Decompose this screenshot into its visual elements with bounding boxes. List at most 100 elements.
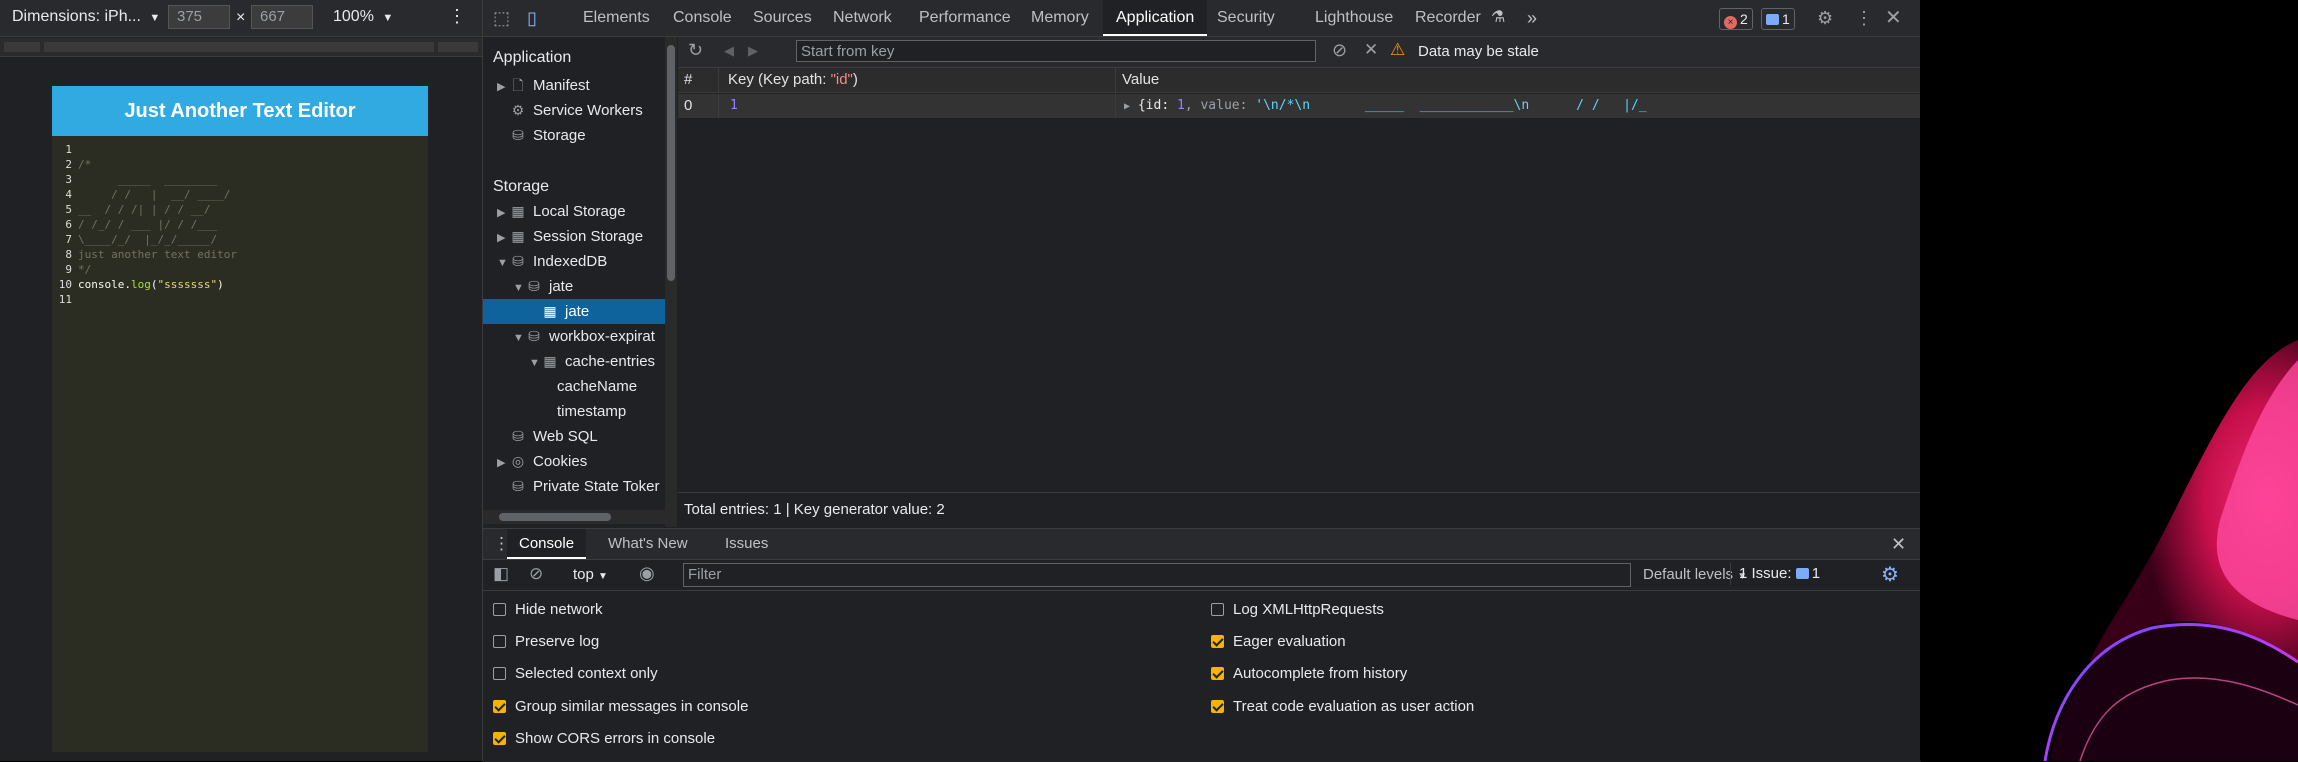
drawer-tab-console[interactable]: Console	[507, 529, 587, 559]
clear-console-icon[interactable]: ⊘	[529, 564, 543, 584]
start-from-key-input[interactable]: Start from key	[796, 40, 1316, 62]
code-line: 8 just another text editor	[65, 248, 237, 261]
caret-down-icon: ▼	[598, 571, 608, 582]
checkbox-checked	[1211, 700, 1224, 713]
sidebar-item-cache-entries[interactable]: ▼ ▦ cache-entries	[483, 349, 665, 374]
console-drawer: ⋮ Console What's New Issues ✕ ◧ ⊘ top ▼ …	[483, 528, 1921, 762]
height-input[interactable]: 667	[251, 5, 313, 29]
desktop-wallpaper	[1920, 0, 2298, 761]
inspect-element-icon[interactable]: ⬚	[493, 0, 510, 36]
delete-selected-icon[interactable]: ✕	[1364, 40, 1378, 60]
code-line: 10 console.log("sssssss")	[58, 278, 224, 291]
settings-gear-icon[interactable]: ⚙	[1817, 0, 1833, 36]
table-icon: ▦	[511, 228, 525, 244]
media-query-ruler[interactable]	[0, 38, 482, 57]
tab-lighthouse[interactable]: Lighthouse	[1315, 0, 1393, 36]
setting-autocomplete-history[interactable]: Autocomplete from history	[1211, 664, 1407, 684]
context-selector[interactable]: top ▼	[573, 566, 608, 583]
column-index[interactable]: #	[684, 68, 692, 92]
close-devtools-icon[interactable]: ✕	[1885, 0, 1902, 36]
sidebar-item-cookies[interactable]: ▶ ◎ Cookies	[483, 449, 665, 474]
idb-footer: Total entries: 1 | Key generator value: …	[678, 492, 1921, 527]
row-index: 0	[684, 97, 693, 114]
tab-elements[interactable]: Elements	[583, 0, 650, 36]
tab-recorder[interactable]: Recorder	[1415, 0, 1481, 36]
setting-preserve-log[interactable]: Preserve log	[493, 632, 599, 652]
setting-selected-context-only[interactable]: Selected context only	[493, 664, 658, 684]
sidebar-item-timestamp[interactable]: timestamp	[483, 399, 665, 424]
setting-eager-evaluation[interactable]: Eager evaluation	[1211, 632, 1346, 652]
sidebar-item-workbox[interactable]: ▼ ⛁ workbox-expirat	[483, 324, 665, 349]
database-icon: ⛁	[512, 127, 524, 143]
tab-application[interactable]: Application	[1103, 0, 1208, 36]
sidebar-item-indexeddb[interactable]: ▼ ⛁ IndexedDB	[483, 249, 665, 274]
table-row[interactable]: 0 1 ▶ {id: 1, value: '\n/*\n _____ _____…	[678, 94, 1921, 118]
message-icon	[1795, 568, 1809, 579]
tab-performance[interactable]: Performance	[919, 0, 1011, 36]
setting-hide-network[interactable]: Hide network	[493, 600, 603, 620]
sidebar-item-session-storage[interactable]: ▶ ▦ Session Storage	[483, 224, 665, 249]
setting-show-cors-errors[interactable]: Show CORS errors in console	[493, 729, 715, 749]
error-count-badge[interactable]: × 2	[1719, 8, 1753, 30]
tab-network[interactable]: Network	[833, 0, 892, 36]
drawer-tab-issues[interactable]: Issues	[725, 529, 768, 559]
column-value[interactable]: Value	[1122, 68, 1159, 92]
sidebar-item-private-state[interactable]: ⛁ Private State Toker	[483, 474, 665, 499]
sidebar-item-db-jate[interactable]: ▼ ⛁ jate	[483, 274, 665, 299]
sidebar-item-store-jate[interactable]: ▦ jate	[483, 299, 665, 324]
next-page-icon[interactable]: ▶	[748, 43, 758, 59]
code-editor[interactable]: 1 2/* 3 _____ ________ 4 / / | __/ ____/…	[52, 142, 428, 307]
sidebar-horizontal-scrollbar[interactable]	[483, 510, 665, 524]
tab-console[interactable]: Console	[673, 0, 732, 36]
column-key[interactable]: Key (Key path: "id")	[728, 68, 858, 92]
checkbox-checked	[1211, 635, 1224, 648]
drawer-tab-bar: ⋮ Console What's New Issues ✕	[483, 529, 1921, 560]
database-icon: ⛁	[528, 328, 540, 344]
zoom-dropdown[interactable]: 100% ▼	[333, 8, 393, 26]
sidebar-item-local-storage[interactable]: ▶ ▦ Local Storage	[483, 199, 665, 224]
issues-counter[interactable]: 1 Issue: 1	[1730, 563, 1820, 585]
sidebar-item-cachename[interactable]: cacheName	[483, 374, 665, 399]
sidebar-section-application: Application	[493, 49, 572, 66]
code-line: 4 / / | __/ ____/	[65, 188, 231, 201]
setting-log-xhr[interactable]: Log XMLHttpRequests	[1211, 600, 1384, 620]
sidebar-vertical-scrollbar[interactable]	[665, 37, 677, 527]
drawer-tab-whats-new[interactable]: What's New	[608, 529, 688, 559]
file-icon: 🗋	[512, 77, 524, 93]
sidebar-item-manifest[interactable]: ▶ 🗋 Manifest	[483, 73, 665, 98]
error-icon: ×	[1724, 16, 1737, 29]
live-expression-eye-icon[interactable]: ◉	[639, 563, 655, 584]
table-header: # Key (Key path: "id") Value	[678, 68, 1921, 93]
customize-menu-icon[interactable]: ⋮	[1855, 0, 1873, 36]
database-icon: ⛁	[512, 478, 524, 494]
console-filter-input[interactable]: Filter	[683, 563, 1631, 587]
previous-page-icon[interactable]: ◀	[724, 43, 734, 59]
sidebar-toggle-icon[interactable]: ◧	[493, 564, 509, 584]
sidebar-item-service-workers[interactable]: ⚙ Service Workers	[483, 98, 665, 123]
tab-security[interactable]: Security	[1217, 0, 1275, 36]
more-tabs-icon[interactable]: »	[1527, 0, 1537, 36]
setting-treat-eval-user-action[interactable]: Treat code evaluation as user action	[1211, 697, 1474, 717]
tab-memory[interactable]: Memory	[1031, 0, 1089, 36]
close-drawer-icon[interactable]: ✕	[1891, 529, 1906, 559]
refresh-icon[interactable]: ↻	[688, 40, 703, 61]
more-options-icon[interactable]: ⋮	[448, 6, 466, 27]
setting-group-similar[interactable]: Group similar messages in console	[493, 697, 748, 717]
devtools-panel: ⬚ ▯ Elements Console Sources Network Per…	[482, 0, 1921, 762]
clear-store-icon[interactable]: ⊘	[1332, 40, 1347, 61]
width-input[interactable]: 375	[168, 5, 230, 29]
row-value[interactable]: ▶ {id: 1, value: '\n/*\n _____ _________…	[1124, 94, 1647, 119]
times-sign: ×	[236, 9, 246, 26]
sidebar-item-storage[interactable]: ⛁ Storage	[483, 123, 665, 148]
code-line: 3 _____ ________	[65, 173, 218, 186]
indexeddb-store-view: ↻ ◀ ▶ Start from key ⊘ ✕ ⚠ Data may be s…	[678, 37, 1921, 527]
device-toggle-icon[interactable]: ▯	[527, 0, 537, 36]
message-count-badge[interactable]: 1	[1761, 8, 1795, 30]
sidebar-item-web-sql[interactable]: ⛁ Web SQL	[483, 424, 665, 449]
devtools-tab-bar: ⬚ ▯ Elements Console Sources Network Per…	[483, 0, 1921, 37]
application-sidebar: Application ▶ 🗋 Manifest ⚙ Service Workers …	[483, 37, 666, 527]
tab-sources[interactable]: Sources	[753, 0, 812, 36]
dimensions-dropdown[interactable]: Dimensions: iPh... ▼	[12, 8, 160, 26]
code-line: 2/*	[65, 158, 92, 171]
console-settings-gear-icon[interactable]: ⚙	[1881, 562, 1899, 587]
